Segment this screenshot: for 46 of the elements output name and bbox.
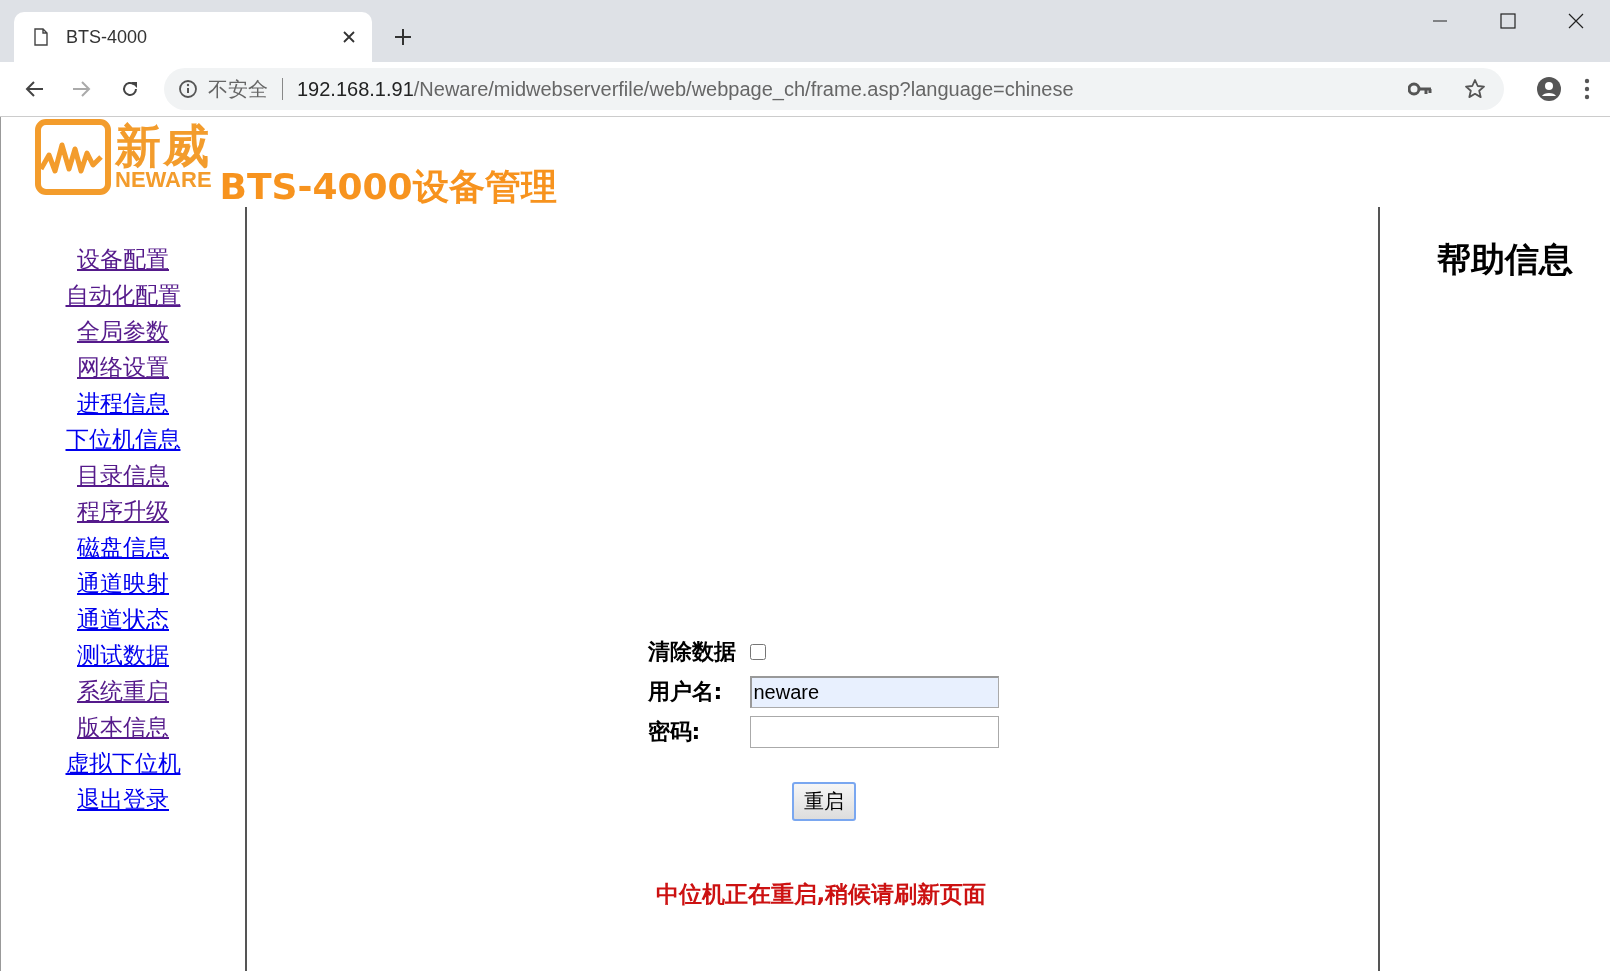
sidebar-link[interactable]: 程序升级 bbox=[77, 493, 169, 529]
clear-data-label: 清除数据 bbox=[647, 638, 736, 666]
address-bar[interactable]: 不安全 192.168.1.91/Neware/midwebserverfile/web/webpage_ch/frame.asp?language=chinese bbox=[164, 68, 1504, 110]
restart-button[interactable]: 重启 bbox=[791, 782, 856, 821]
sidebar-link[interactable]: 全局参数 bbox=[77, 313, 169, 349]
tab-title: BTS-4000 bbox=[66, 26, 149, 48]
help-title: 帮助信息 bbox=[1437, 238, 1573, 281]
sidebar-link[interactable]: 通道映射 bbox=[77, 565, 169, 601]
sidebar-link[interactable]: 自动化配置 bbox=[65, 277, 181, 313]
page-icon bbox=[34, 28, 48, 46]
url-text: 192.168.1.91/Neware/midwebserverfile/web/webpage_ch/frame.asp?language=chinese bbox=[297, 77, 1074, 101]
username-field[interactable]: neware bbox=[749, 676, 999, 708]
account-icon[interactable] bbox=[1536, 76, 1562, 102]
sidebar-link[interactable]: 网络设置 bbox=[77, 349, 169, 385]
sidebar-link[interactable]: 退出登录 bbox=[77, 781, 169, 817]
status-message: 中位机正在重启,稍候请刷新页面 bbox=[655, 880, 988, 909]
sidebar-link[interactable]: 设备配置 bbox=[77, 241, 169, 277]
username-label: 用户名: bbox=[647, 678, 724, 706]
new-tab-icon[interactable] bbox=[394, 28, 412, 46]
sidebar-link[interactable]: 下位机信息 bbox=[65, 421, 181, 457]
sidebar-link[interactable]: 通道状态 bbox=[77, 601, 169, 637]
password-field[interactable] bbox=[749, 716, 999, 748]
sidebar-link[interactable]: 测试数据 bbox=[77, 637, 169, 673]
star-icon[interactable] bbox=[1464, 78, 1486, 100]
logo-wave-icon bbox=[35, 119, 111, 195]
maximize-icon[interactable] bbox=[1500, 13, 1516, 29]
password-label: 密码: bbox=[647, 718, 702, 746]
security-label: 不安全 bbox=[208, 76, 268, 102]
clear-data-checkbox[interactable] bbox=[749, 644, 766, 660]
info-icon[interactable] bbox=[178, 79, 198, 99]
sidebar-link[interactable]: 进程信息 bbox=[77, 385, 169, 421]
close-icon[interactable] bbox=[342, 30, 356, 44]
logo-english-text: NEWARE bbox=[115, 169, 212, 191]
key-icon[interactable] bbox=[1408, 82, 1432, 96]
sidebar-link[interactable]: 系统重启 bbox=[77, 673, 169, 709]
sidebar-link[interactable]: 磁盘信息 bbox=[77, 529, 169, 565]
sidebar-link[interactable]: 目录信息 bbox=[77, 457, 169, 493]
page-title: BTS-4000设备管理 bbox=[219, 167, 557, 207]
reload-icon[interactable] bbox=[120, 79, 140, 99]
sidebar-link[interactable]: 版本信息 bbox=[77, 709, 169, 745]
close-icon[interactable] bbox=[1568, 13, 1584, 29]
sidebar-link[interactable]: 虚拟下位机 bbox=[65, 745, 181, 781]
menu-icon[interactable] bbox=[1584, 78, 1590, 100]
browser-tab[interactable]: BTS-4000 bbox=[14, 12, 372, 62]
logo-chinese-text: 新威 bbox=[115, 123, 212, 169]
back-icon[interactable] bbox=[24, 80, 44, 98]
